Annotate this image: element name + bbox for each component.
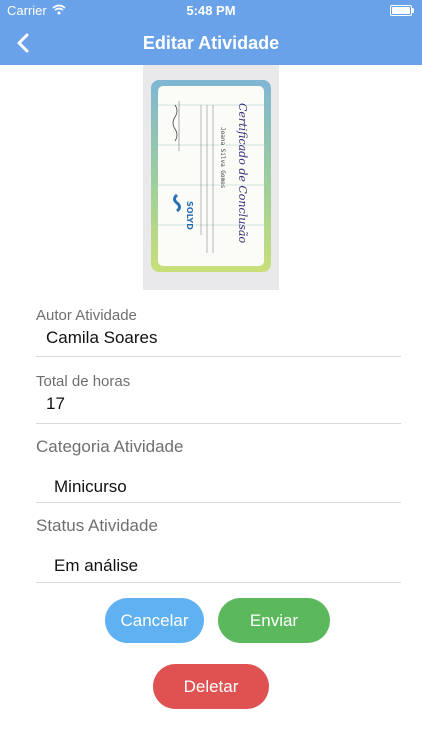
category-select[interactable]: Categoria Atividade Minicurso xyxy=(36,437,401,503)
category-value: Minicurso xyxy=(54,477,127,496)
status-label: Status Atividade xyxy=(36,516,158,535)
certificate-heading: Certificado de Conclusão xyxy=(236,103,249,243)
status-bar: Carrier 5:48 PM xyxy=(0,0,422,22)
certificate-logo-text: SOLYD xyxy=(185,201,194,230)
cancel-button[interactable]: Cancelar xyxy=(105,598,204,643)
hours-label: Total de horas xyxy=(36,373,131,390)
hours-value: 17 xyxy=(46,394,65,413)
status-time: 5:48 PM xyxy=(186,3,236,18)
status-value: Em análise xyxy=(54,556,139,575)
certificate-recipient: Joana Silva Gomes xyxy=(219,127,226,189)
author-value: Camila Soares xyxy=(46,328,158,347)
page-title: Editar Atividade xyxy=(142,33,280,53)
hours-field[interactable]: Total de horas 17 xyxy=(36,373,401,424)
category-label: Categoria Atividade xyxy=(36,437,184,456)
status-select[interactable]: Status Atividade Em análise xyxy=(36,516,401,583)
battery-icon xyxy=(390,5,414,16)
send-button[interactable]: Enviar xyxy=(218,598,330,643)
author-label: Autor Atividade xyxy=(36,307,137,324)
certificate-illustration: Certificado de Conclusão Joana Silva Gom… xyxy=(143,65,279,290)
nav-bar: Editar Atividade xyxy=(0,22,422,65)
author-field[interactable]: Autor Atividade Camila Soares xyxy=(36,307,401,357)
certificate-image[interactable]: Certificado de Conclusão Joana Silva Gom… xyxy=(143,65,279,290)
delete-button[interactable]: Deletar xyxy=(153,664,269,709)
